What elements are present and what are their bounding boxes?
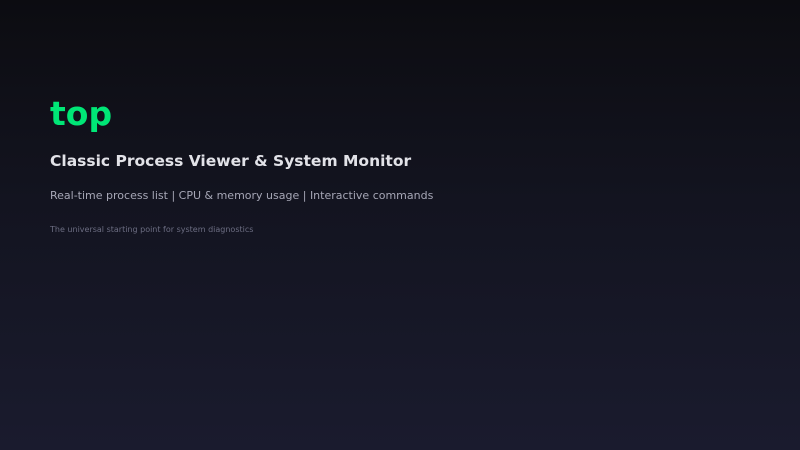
slide-title: top xyxy=(50,94,113,133)
feature-list: Real-time process list | CPU & memory us… xyxy=(50,189,434,202)
title-slide: top Classic Process Viewer & System Moni… xyxy=(0,0,800,450)
slide-subtitle: Classic Process Viewer & System Monitor xyxy=(50,152,412,170)
slide-tagline: The universal starting point for system … xyxy=(50,225,254,234)
